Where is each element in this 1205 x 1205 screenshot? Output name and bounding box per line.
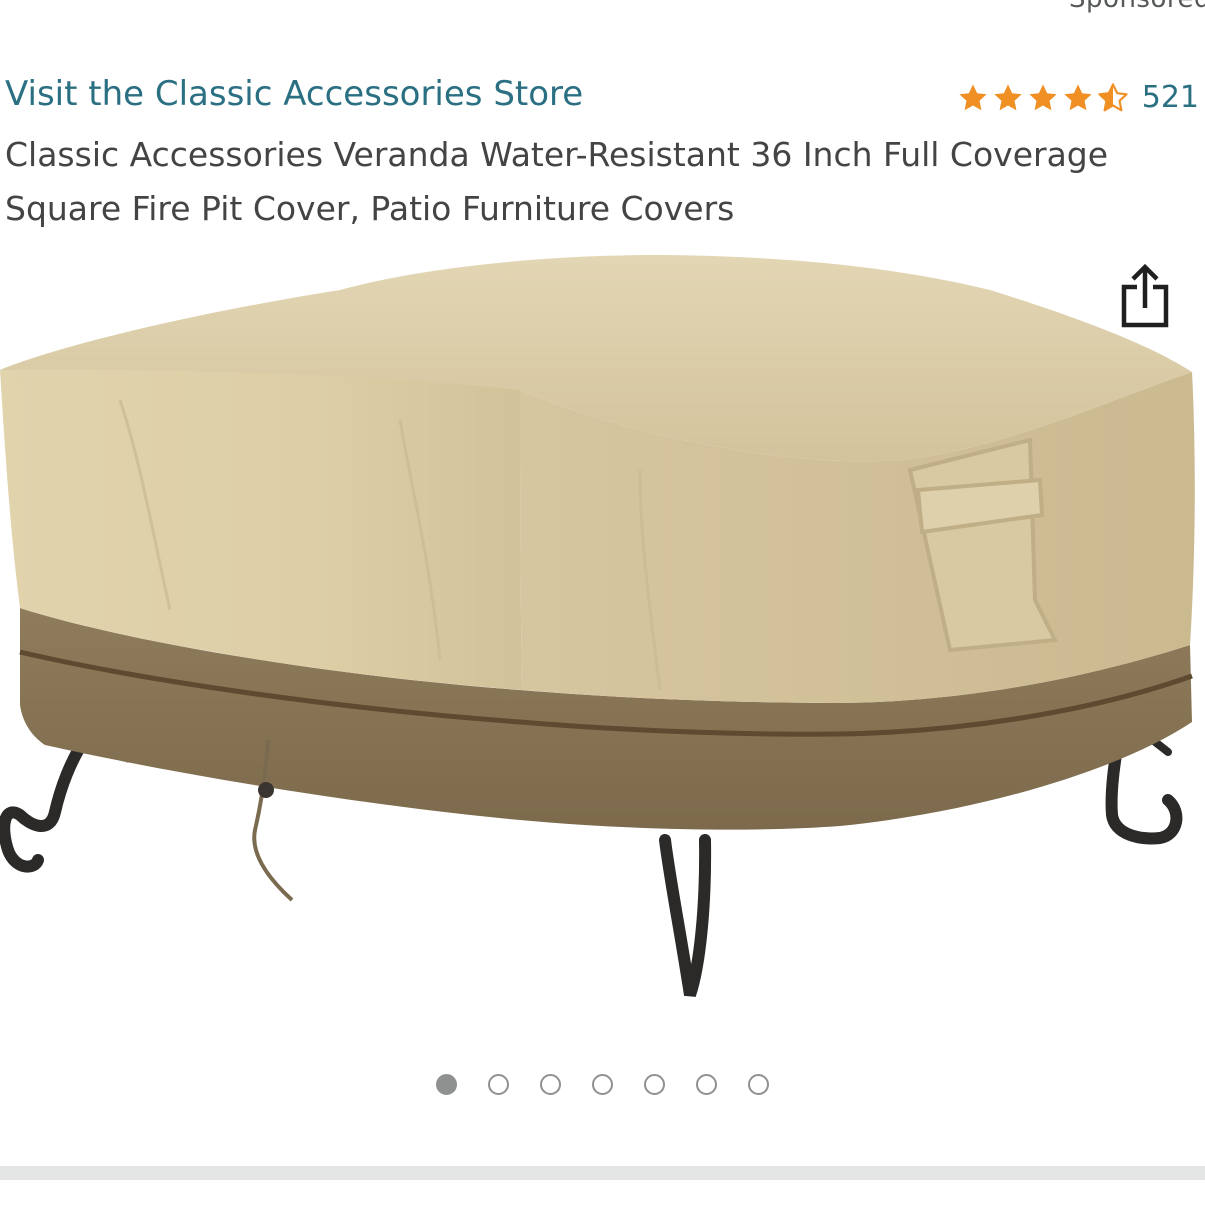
carousel-dot[interactable]: [748, 1074, 769, 1095]
carousel-dot[interactable]: [436, 1074, 457, 1095]
product-title: Classic Accessories Veranda Water-Resist…: [5, 135, 1109, 228]
image-carousel-indicators: [0, 1074, 1205, 1095]
share-icon: [1121, 263, 1169, 328]
share-button[interactable]: [1114, 258, 1176, 334]
sponsored-label: Sponsored: [1069, 0, 1205, 14]
star-icon: [1029, 83, 1057, 110]
carousel-dot[interactable]: [488, 1074, 509, 1095]
carousel-dot[interactable]: [696, 1074, 717, 1095]
product-image[interactable]: [0, 230, 1205, 1030]
star-icon: [1064, 83, 1092, 110]
store-link[interactable]: Visit the Classic Accessories Store: [5, 74, 583, 114]
star-icon: [959, 83, 987, 110]
rating-summary[interactable]: 521: [956, 80, 1199, 115]
section-divider: [0, 1166, 1205, 1180]
carousel-dot[interactable]: [592, 1074, 613, 1095]
carousel-dot[interactable]: [644, 1074, 665, 1095]
carousel-dot[interactable]: [540, 1074, 561, 1095]
rating-count[interactable]: 521: [1142, 80, 1199, 115]
star-icon: [994, 83, 1022, 110]
half-star-icon: [1098, 82, 1128, 111]
star-rating: [956, 82, 1130, 114]
